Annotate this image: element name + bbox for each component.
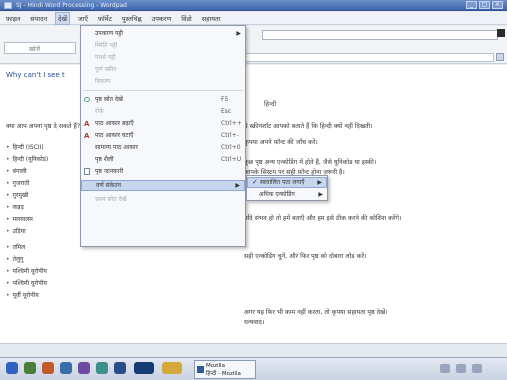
paragraph-line: सही एन्कोडिंग चुनें, और फिर पृष्ठ को दोब…	[244, 253, 367, 260]
document-area: Why can't I see t हिन्दी क्या आप अपना पृ…	[0, 65, 507, 357]
globe-icon[interactable]	[24, 362, 36, 374]
menu-item-statusbar[interactable]: स्थिति पट्टी	[81, 40, 245, 51]
menu-file[interactable]: फ़ाइल	[4, 13, 22, 24]
title-bar: SJ - Hindi Word Processing - Wordpad _ □…	[0, 0, 507, 11]
paragraph-line: कृपया अपने फ़ॉन्ट की जाँच करें।	[244, 139, 318, 146]
network-icon[interactable]	[440, 364, 450, 373]
go-button[interactable]	[496, 53, 504, 61]
menu-view[interactable]: देखें	[55, 11, 70, 25]
menu-go[interactable]: जाएँ	[76, 13, 90, 24]
list-item[interactable]: तमिल	[6, 243, 26, 251]
minimize-icon[interactable]: _	[466, 1, 477, 9]
menu-item-zoom-reset[interactable]: सामान्य पाठ आकार Ctrl+0	[81, 142, 245, 153]
menu-tools[interactable]: उपकरण	[150, 13, 174, 24]
browser-icon	[197, 366, 204, 373]
menu-help[interactable]: सहायता	[200, 13, 223, 24]
page-info-icon	[84, 168, 90, 175]
chevron-right-icon: ▶	[235, 182, 240, 189]
folder-icon[interactable]	[78, 362, 90, 374]
paragraph-line: धन्यवाद।	[244, 319, 265, 326]
address-field[interactable]	[262, 30, 498, 40]
window-title: SJ - Hindi Word Processing - Wordpad	[16, 2, 127, 9]
list-item[interactable]: पश्चिमी यूरोपीय	[6, 279, 47, 287]
menu-bookmarks[interactable]: पुस्तचिह्न	[120, 13, 144, 24]
start-icon[interactable]	[6, 362, 18, 374]
list-item[interactable]: उड़िया	[6, 227, 26, 235]
editor-icon[interactable]	[114, 362, 126, 374]
page-heading: Why can't I see t	[6, 71, 65, 79]
search-icon[interactable]	[60, 362, 72, 374]
checkmark-icon: ✓	[252, 178, 258, 186]
mail-icon[interactable]	[42, 362, 54, 374]
list-item[interactable]: कन्नड़	[6, 203, 24, 211]
status-bar	[0, 343, 507, 357]
menu-item-view-source[interactable]: पृष्ठ स्रोत देखें F5	[81, 94, 245, 105]
list-item[interactable]: गुरमुखी	[6, 191, 29, 199]
menu-item-toolbars[interactable]: उपकरण पट्टी ▶	[81, 28, 245, 39]
menu-item-page-style[interactable]: पृष्ठ शैली Ctrl+U	[81, 154, 245, 165]
workspace-icon[interactable]	[162, 362, 182, 374]
url-bar[interactable]	[244, 53, 494, 62]
taskbar-window-button[interactable]: Mozilla हिन्दी - Mozilla	[194, 360, 256, 379]
intro-line: क्या आप अपना पृष्ठ दे सकते हैं?	[6, 123, 81, 130]
paragraph-line: कुछ पृष्ठ अन्य एन्कोडिंग में होते हैं, ज…	[244, 159, 377, 166]
list-item[interactable]: पूर्वी यूरोपीय	[6, 291, 39, 299]
toolbar: खोजें	[0, 26, 507, 64]
menu-item-fullscreen[interactable]: पूर्ण स्क्रीन	[81, 64, 245, 75]
close-icon[interactable]: ×	[492, 1, 503, 9]
terminal-icon[interactable]	[96, 362, 108, 374]
list-item[interactable]: तेलुगु	[6, 255, 24, 263]
reload-icon	[84, 97, 90, 102]
list-item[interactable]: पश्चिमी यूरोपीय	[6, 267, 47, 275]
menu-item-character-encoding[interactable]: वर्ण संकेतन ▶	[81, 180, 245, 191]
task-subtitle: हिन्दी - Mozilla	[206, 371, 241, 377]
menu-item-options[interactable]: विकल्प	[81, 76, 245, 87]
list-item[interactable]: हिन्दी (यूनिकोड)	[6, 155, 49, 163]
menu-item-page-info[interactable]: पृष्ठ जानकारी	[81, 166, 245, 177]
encoding-submenu: ✓ स्वचालित पता लगाएँ ▶ अधिक एन्कोडिंग ▶	[246, 175, 328, 201]
menu-item-stop[interactable]: रोकें Esc	[81, 106, 245, 117]
chevron-right-icon: ▶	[318, 191, 323, 198]
list-item[interactable]: गुजराती	[6, 179, 30, 187]
paragraph-line: यदि संभव हो तो हमें बताएँ और हम इसे ठीक …	[244, 215, 402, 222]
search-input[interactable]: खोजें	[4, 42, 76, 54]
power-icon[interactable]	[456, 364, 466, 373]
menu-format[interactable]: फ़ॉर्मेट	[96, 13, 114, 24]
list-item[interactable]: मलयालम	[6, 215, 33, 223]
menu-item-more-encodings[interactable]: अधिक एन्कोडिंग ▶	[247, 189, 327, 200]
chevron-right-icon: ▶	[317, 179, 322, 186]
desktop-switch-icon[interactable]	[134, 362, 154, 374]
page-subheading: हिन्दी	[264, 100, 277, 108]
menu-item-zoom-in[interactable]: A पाठ आकार बढ़ाएँ Ctrl++	[81, 118, 245, 129]
menu-item-sidebar[interactable]: पार्श्व पट्टी	[81, 52, 245, 63]
menu-item-selection-source[interactable]: चयन स्रोत देखें	[81, 194, 245, 205]
paragraph-line: अगर यह फिर भी काम नहीं करता, तो कृपया सह…	[244, 309, 388, 316]
app-icon	[4, 2, 12, 9]
throbber-icon	[497, 29, 505, 37]
menu-item-zoom-out[interactable]: A पाठ आकार घटाएँ Ctrl+-	[81, 130, 245, 141]
menu-bar: फ़ाइल संपादन देखें जाएँ फ़ॉर्मेट पुस्तचि…	[0, 11, 507, 25]
menu-edit[interactable]: संपादन	[28, 13, 49, 24]
list-item[interactable]: हिन्दी (ISCII)	[6, 143, 44, 151]
taskbar: Mozilla हिन्दी - Mozilla	[0, 357, 507, 380]
view-menu: उपकरण पट्टी ▶ स्थिति पट्टी पार्श्व पट्टी …	[80, 25, 246, 247]
text-smaller-icon: A	[84, 132, 90, 140]
menu-item-auto-detect[interactable]: ✓ स्वचालित पता लगाएँ ▶	[247, 177, 327, 188]
paragraph-line: ये स्क्रीनशॉट आपको बताते हैं कि हिन्दी क…	[244, 123, 373, 130]
chevron-right-icon: ▶	[236, 30, 241, 37]
task-title: Mozilla	[206, 363, 225, 369]
system-tray	[440, 364, 482, 373]
menu-window[interactable]: विंडो	[179, 13, 193, 24]
window-controls: _ □ ×	[466, 1, 503, 9]
list-item[interactable]: बंगाली	[6, 167, 27, 175]
text-larger-icon: A	[84, 120, 90, 128]
volume-icon[interactable]	[472, 364, 482, 373]
menu-separator	[83, 90, 243, 91]
maximize-icon[interactable]: □	[479, 1, 490, 9]
